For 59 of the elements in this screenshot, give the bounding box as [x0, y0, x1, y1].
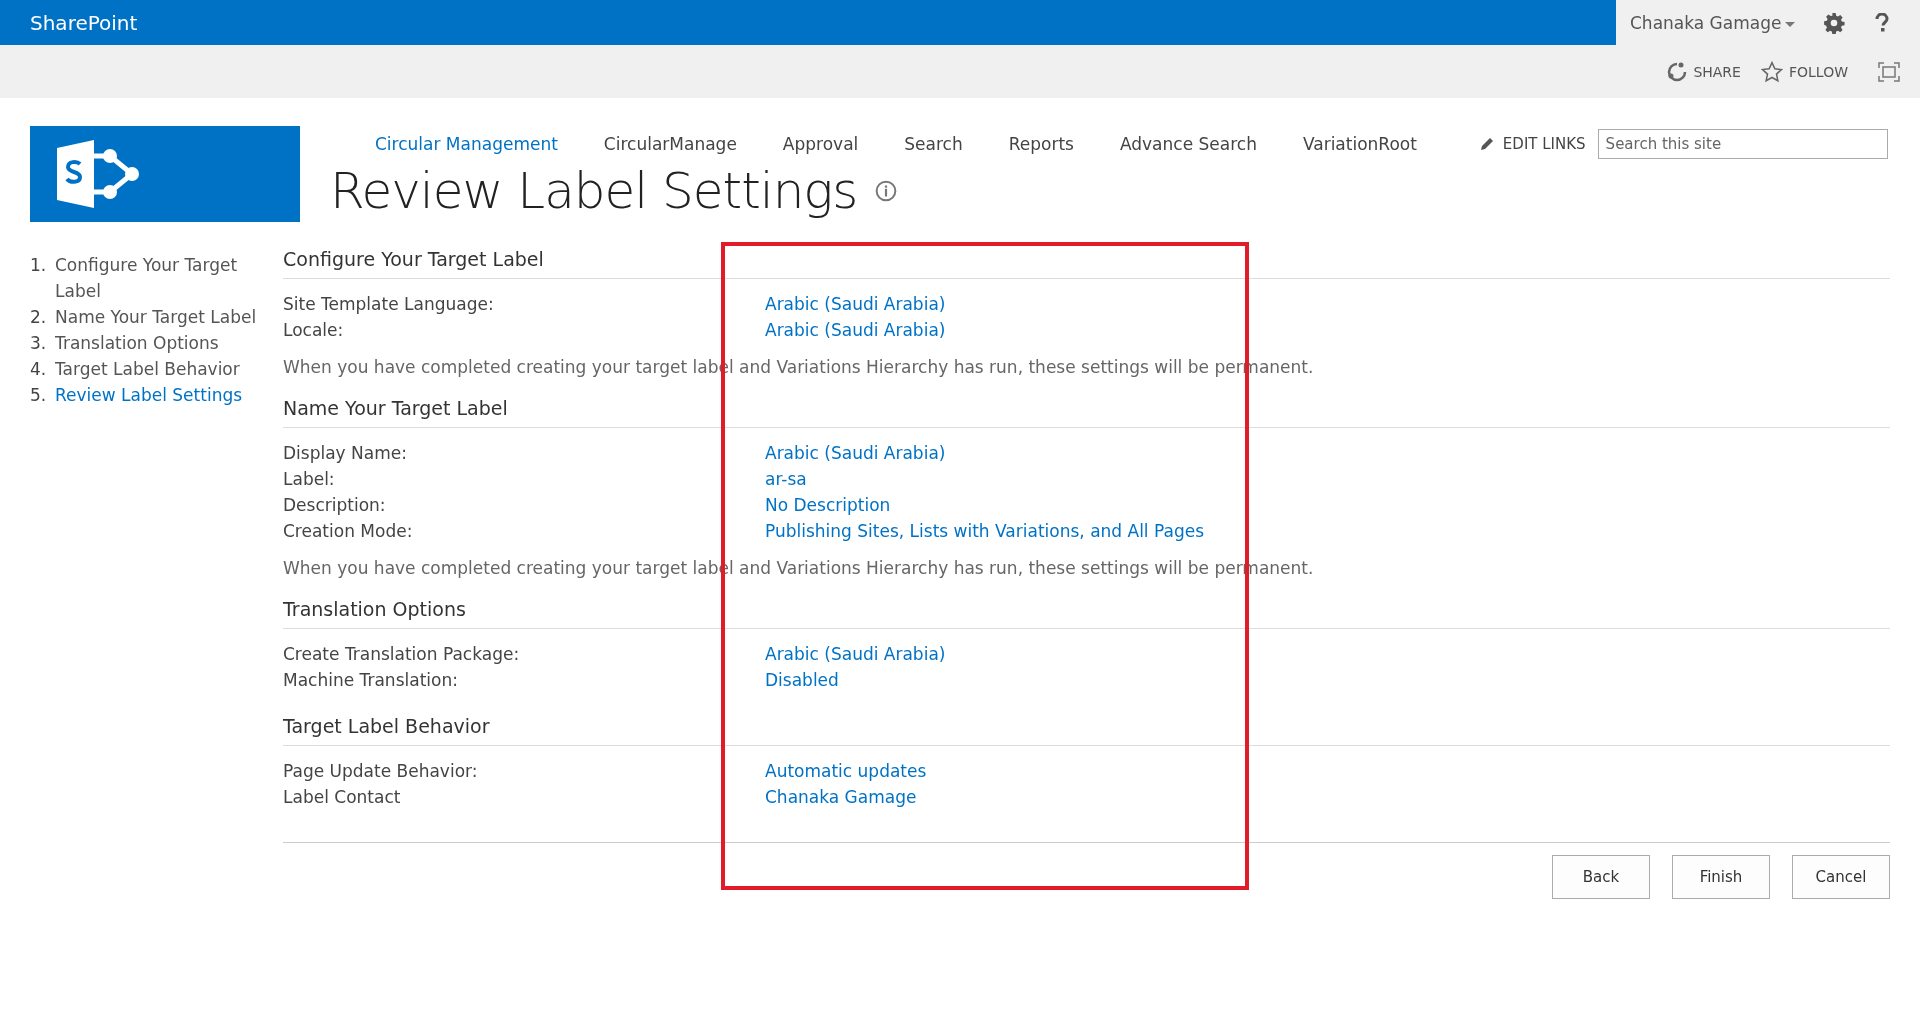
field-label: Machine Translation:: [283, 669, 459, 692]
field-value: Chanaka Gamage: [765, 786, 917, 809]
wizard-button[interactable]: Finish: [1672, 855, 1770, 899]
nav-link[interactable]: CircularManage: [603, 134, 737, 154]
field-label: Locale:: [283, 319, 345, 342]
field-value: Arabic (Saudi Arabia): [765, 293, 946, 316]
step-link[interactable]: Configure Your Target Label: [55, 252, 260, 304]
step-link[interactable]: Target Label Behavior: [55, 356, 260, 382]
star-icon: [1760, 60, 1783, 83]
step-link[interactable]: Translation Options: [55, 330, 260, 356]
field-value: Publishing Sites, Lists with Variations, and All Pages: [765, 520, 1204, 543]
section-heading: Configure Your Target Label: [283, 242, 1890, 279]
share-icon: [1667, 61, 1688, 82]
focus-icon[interactable]: [1878, 61, 1900, 82]
brand-name[interactable]: SharePoint: [0, 0, 1616, 45]
field-value: Automatic updates: [765, 760, 927, 783]
caret-icon: [1785, 22, 1796, 27]
field-value: No Description: [765, 494, 891, 517]
share-button[interactable]: SHARE: [1667, 60, 1741, 83]
field-label: Label:: [283, 468, 336, 491]
step-number: 1.: [30, 254, 48, 277]
help-icon[interactable]: [1875, 12, 1890, 33]
field-label: Label Contact: [283, 786, 402, 809]
step-number: 4.: [30, 358, 48, 381]
field-value: ar-sa: [765, 468, 807, 491]
field-label: Creation Mode:: [283, 520, 414, 543]
info-icon[interactable]: [875, 180, 898, 202]
wizard-button[interactable]: Cancel: [1792, 855, 1890, 899]
pencil-icon: [1478, 136, 1495, 152]
follow-button[interactable]: FOLLOW: [1760, 60, 1848, 83]
step-link[interactable]: Name Your Target Label: [55, 304, 260, 330]
nav-link[interactable]: VariationRoot: [1302, 134, 1417, 154]
section-heading: Translation Options: [283, 592, 1890, 629]
field-label: Site Template Language:: [283, 293, 495, 316]
section-heading: Target Label Behavior: [283, 709, 1890, 746]
step-number: 3.: [30, 332, 48, 355]
field-value: Arabic (Saudi Arabia): [765, 643, 946, 666]
wizard-button[interactable]: Back: [1552, 855, 1650, 899]
field-value: Arabic (Saudi Arabia): [765, 319, 946, 342]
field-value: Disabled: [765, 669, 839, 692]
nav-link[interactable]: Approval: [782, 134, 859, 154]
nav-link[interactable]: Advance Search: [1119, 134, 1257, 154]
step-number: 2.: [30, 306, 48, 329]
nav-link[interactable]: Reports: [1008, 134, 1074, 154]
field-label: Page Update Behavior:: [283, 760, 479, 783]
field-label: Display Name:: [283, 442, 408, 465]
page-title: Review Label Settings: [330, 162, 858, 220]
field-label: Description:: [283, 494, 387, 517]
step-number: 5.: [30, 384, 48, 407]
site-logo[interactable]: [30, 126, 300, 222]
section-heading: Name Your Target Label: [283, 391, 1890, 428]
nav-link[interactable]: Circular Management: [375, 134, 558, 154]
edit-links-button[interactable]: EDIT LINKS: [1478, 135, 1586, 153]
field-label: Create Translation Package:: [283, 643, 521, 666]
step-link[interactable]: Review Label Settings: [55, 382, 260, 408]
nav-link[interactable]: Search: [904, 134, 963, 154]
settings-icon[interactable]: [1823, 11, 1846, 34]
field-value: Arabic (Saudi Arabia): [765, 442, 946, 465]
search-field[interactable]: Search this site: [1597, 129, 1888, 159]
